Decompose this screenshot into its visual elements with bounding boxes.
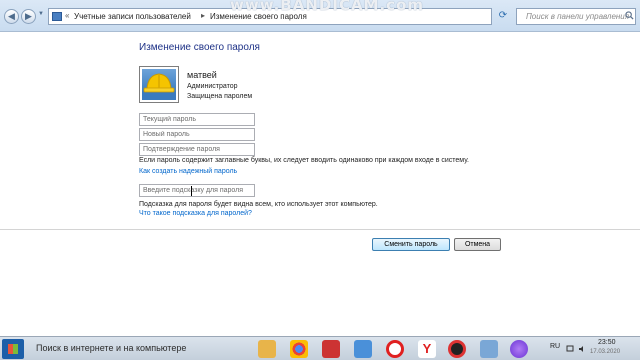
search-placeholder: Поиск в панели управления: [526, 12, 630, 21]
user-role: Администратор: [187, 83, 238, 90]
page-title: Изменение своего пароля: [139, 42, 260, 53]
password-hint-field[interactable]: [139, 184, 255, 197]
user-protection-status: Защищена паролем: [187, 93, 253, 100]
control-panel-icon: [52, 12, 62, 21]
hardhat-picture-icon: [142, 73, 176, 100]
new-password-input[interactable]: [140, 129, 254, 140]
confirm-password-input[interactable]: [140, 144, 254, 155]
forward-button[interactable]: ▶: [21, 9, 36, 24]
address-toolbar: ◀ ▶ ▼ « Учетные записи пользователей ▸ И…: [0, 0, 640, 32]
current-password-field[interactable]: [139, 113, 255, 126]
change-password-button[interactable]: Сменить пароль: [372, 238, 450, 251]
breadcrumb-user-accounts[interactable]: Учетные записи пользователей: [74, 12, 191, 21]
strong-password-link[interactable]: Как создать надежный пароль: [139, 168, 237, 175]
recent-pages-dropdown[interactable]: ▼: [38, 11, 46, 22]
clock-date[interactable]: 17.03.2020: [590, 349, 620, 355]
record-icon[interactable]: [448, 340, 466, 358]
volume-icon[interactable]: [578, 345, 586, 353]
confirm-password-field[interactable]: [139, 143, 255, 156]
clock-time[interactable]: 23:50: [598, 339, 616, 346]
refresh-button[interactable]: ⟳: [496, 9, 510, 23]
back-button[interactable]: ◀: [4, 9, 19, 24]
opera-icon[interactable]: [386, 340, 404, 358]
what-is-hint-link[interactable]: Что такое подсказка для паролей?: [139, 210, 252, 217]
breadcrumb-overflow[interactable]: «: [65, 11, 69, 20]
yandex-browser-icon[interactable]: Y: [418, 340, 436, 358]
taskbar: Поиск в интернете и на компьютере Y RU 2…: [0, 336, 640, 360]
text-cursor: [191, 186, 192, 196]
alice-assistant-icon[interactable]: [510, 340, 528, 358]
network-icon[interactable]: [566, 345, 574, 353]
start-button[interactable]: [2, 339, 24, 359]
new-password-field[interactable]: [139, 128, 255, 141]
case-sensitivity-note: Если пароль содержит заглавные буквы, их…: [139, 157, 469, 164]
password-hint-input[interactable]: [140, 185, 254, 196]
breadcrumb-arrow[interactable]: ▸: [201, 11, 205, 20]
current-password-input[interactable]: [140, 114, 254, 125]
user-avatar: [139, 66, 179, 103]
control-panel-taskbar-icon[interactable]: [480, 340, 498, 358]
chrome-icon[interactable]: [290, 340, 308, 358]
cancel-button[interactable]: Отмена: [454, 238, 501, 251]
bandicam-watermark: www.BANDICAM.com: [230, 0, 425, 14]
input-language[interactable]: RU: [550, 343, 560, 350]
photos-icon[interactable]: [354, 340, 372, 358]
file-explorer-icon[interactable]: [258, 340, 276, 358]
user-name: матвей: [187, 70, 217, 80]
divider: [0, 229, 640, 230]
media-player-icon[interactable]: [322, 340, 340, 358]
hint-visibility-note: Подсказка для пароля будет видна всем, к…: [139, 201, 378, 208]
taskbar-search[interactable]: Поиск в интернете и на компьютере: [36, 343, 186, 353]
search-box[interactable]: Поиск в панели управления: [516, 8, 636, 25]
search-icon[interactable]: [625, 11, 634, 20]
